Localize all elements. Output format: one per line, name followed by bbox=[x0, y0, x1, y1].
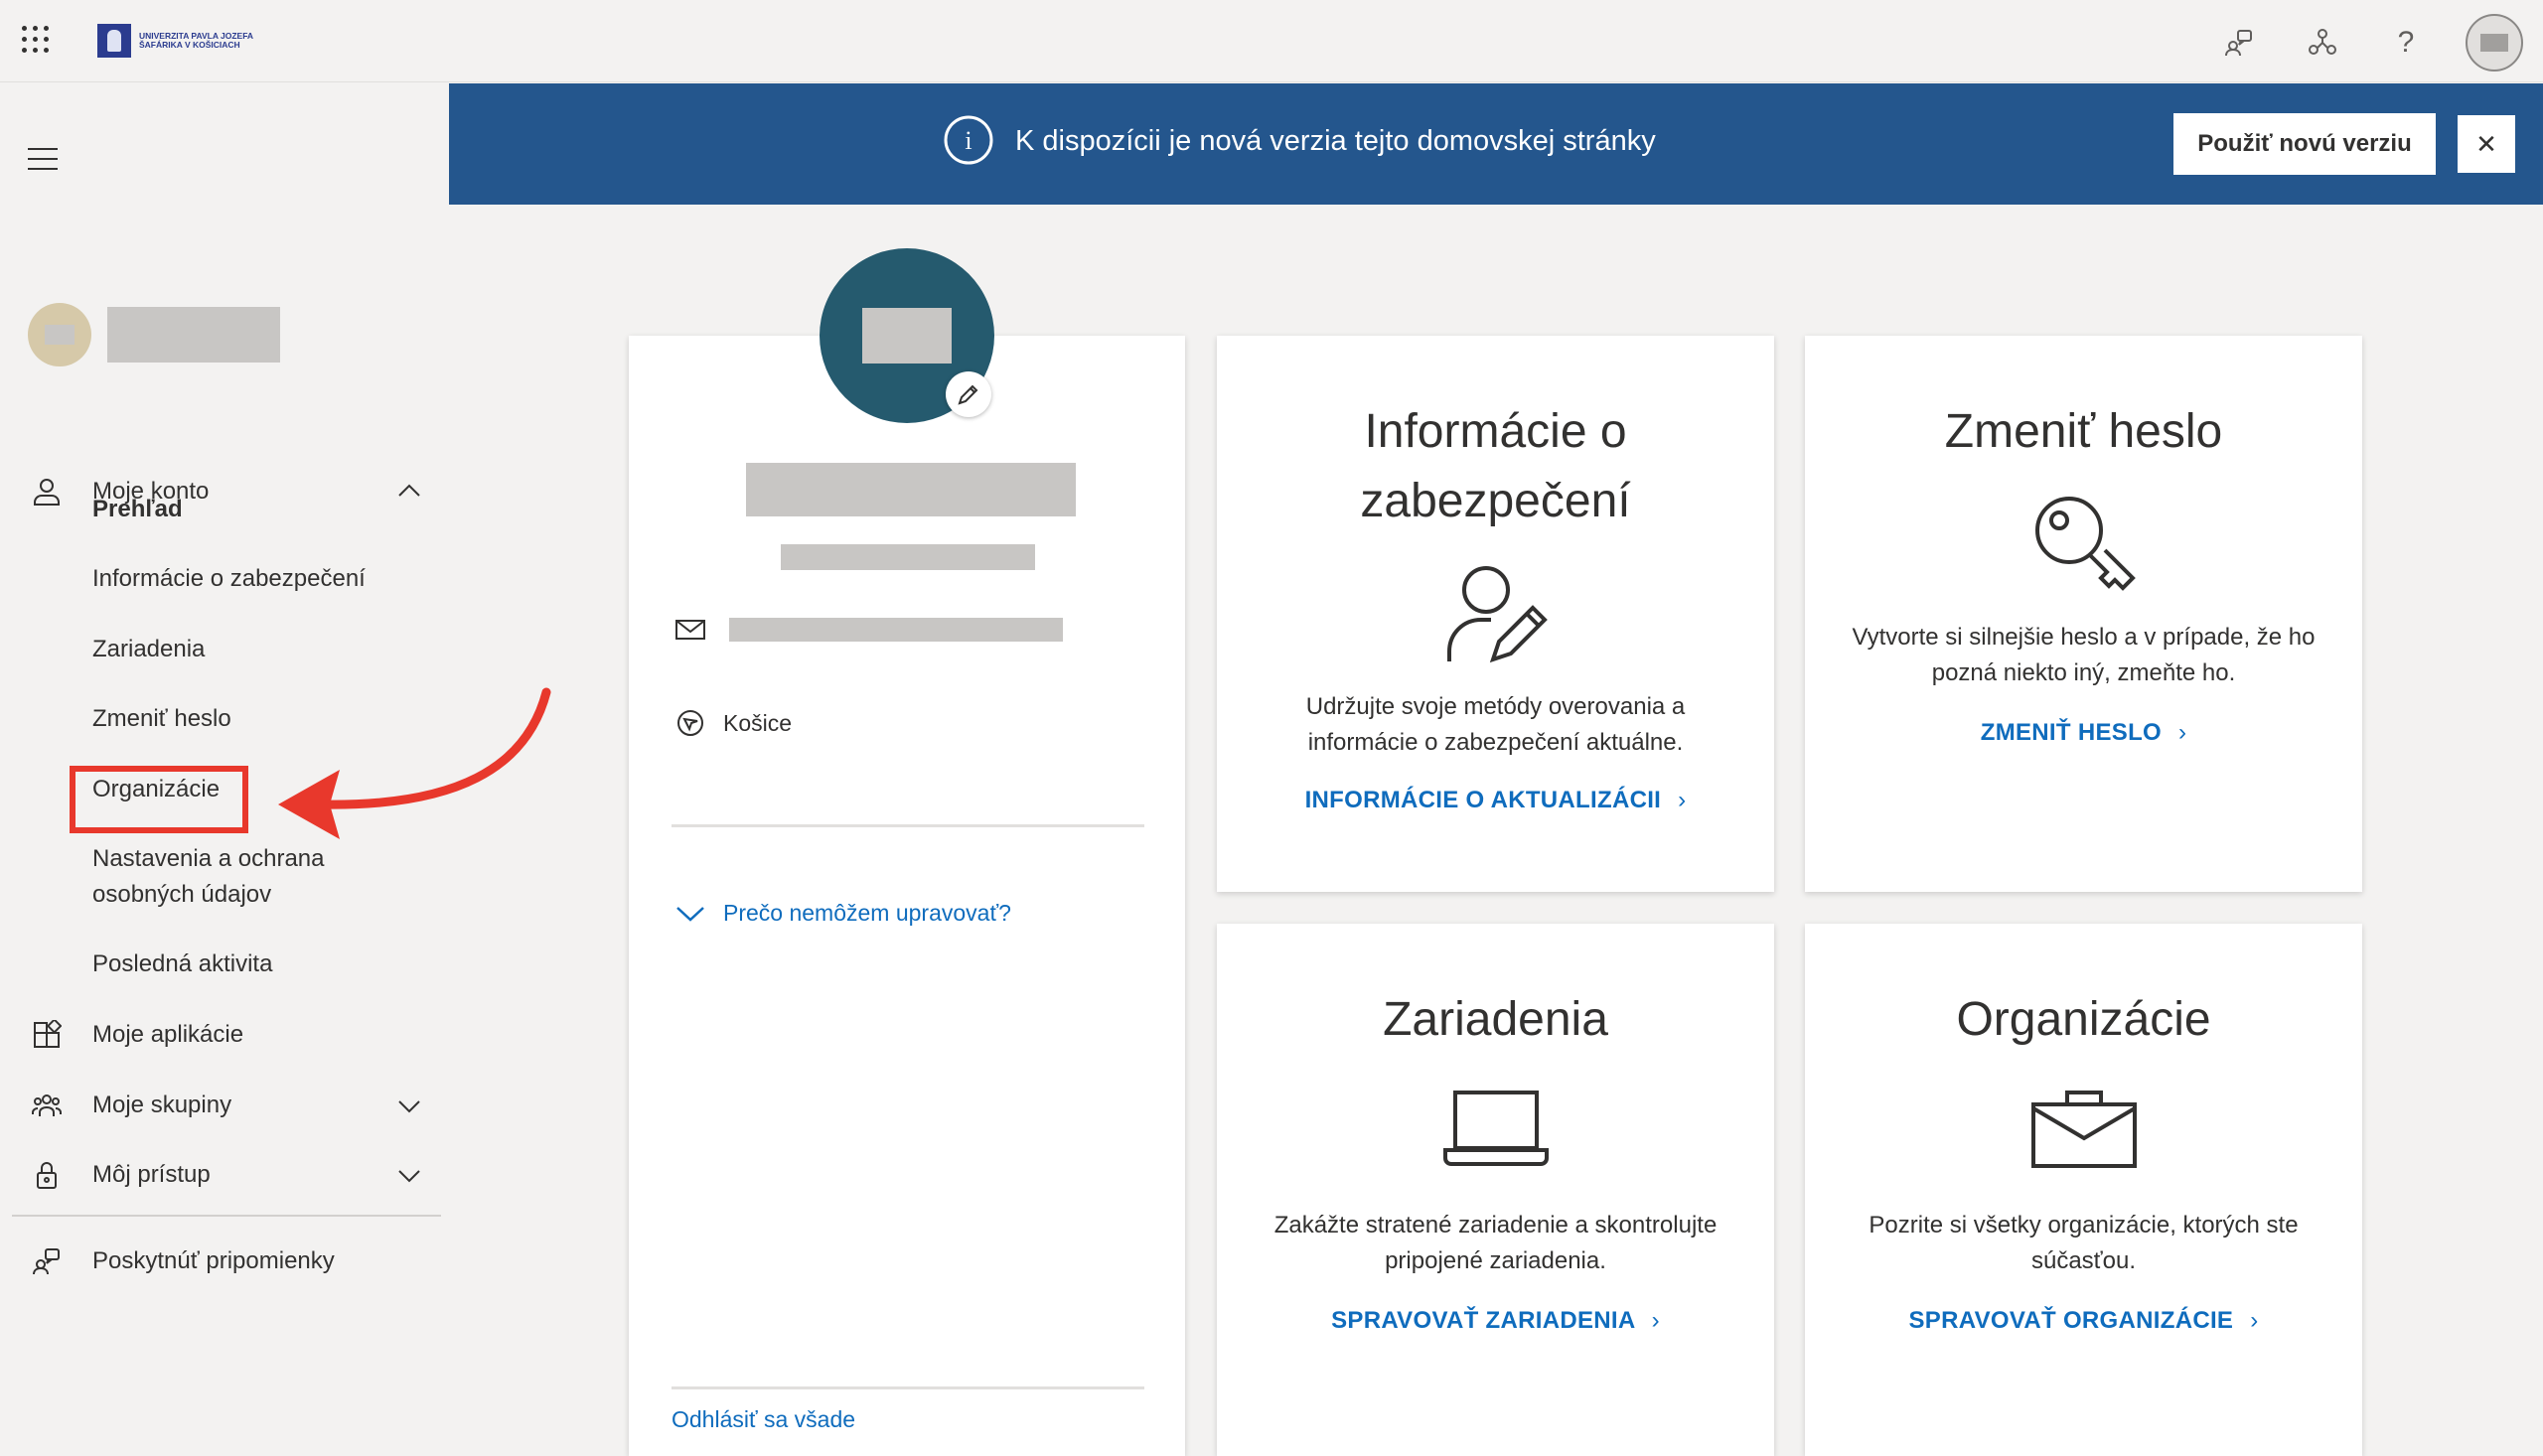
card-title: Zariadenia bbox=[1383, 993, 1608, 1046]
nav-label: Moje skupiny bbox=[92, 1092, 232, 1118]
hamburger-menu-icon[interactable] bbox=[28, 148, 58, 172]
groups-icon bbox=[32, 1094, 62, 1116]
security-info-card[interactable]: Informácie o zabezpečení Udržujte svoje … bbox=[1217, 336, 1774, 892]
location-icon bbox=[677, 710, 703, 736]
card-link-label: ZMENIŤ HESLO bbox=[1980, 719, 2162, 746]
profile-email-redacted bbox=[729, 618, 1063, 642]
card-link-label: INFORMÁCIE O AKTUALIZÁCII bbox=[1304, 787, 1662, 813]
manage-devices-link[interactable]: SPRAVOVAŤ ZARIADENIA › bbox=[1217, 1307, 1774, 1335]
organizations-card[interactable]: Organizácie Pozrite si všetky organizáci… bbox=[1805, 924, 2362, 1456]
chevron-down-icon bbox=[398, 1170, 420, 1183]
close-banner-button[interactable]: ✕ bbox=[2458, 115, 2515, 173]
nav-moj-pristup[interactable]: Môj prístup bbox=[0, 1145, 442, 1205]
chevron-right-icon: › bbox=[1651, 1307, 1660, 1334]
logo-mark bbox=[97, 24, 131, 58]
manage-organizations-link[interactable]: SPRAVOVAŤ ORGANIZÁCIE › bbox=[1805, 1307, 2362, 1335]
lock-icon bbox=[37, 1162, 57, 1189]
person-icon bbox=[34, 479, 60, 506]
chevron-right-icon: › bbox=[2177, 719, 2187, 746]
pencil-icon bbox=[958, 384, 978, 405]
profile-location: Košice bbox=[723, 709, 793, 736]
sidebar-item-devices[interactable]: Zariadenia bbox=[92, 632, 205, 667]
chevron-right-icon: › bbox=[2250, 1307, 2259, 1334]
nav-feedback[interactable]: Poskytnúť pripomienky bbox=[0, 1232, 442, 1291]
user-avatar bbox=[28, 303, 91, 366]
banner-text: K dispozícii je nová verzia tejto domovs… bbox=[1015, 125, 1656, 157]
chevron-up-icon bbox=[398, 484, 420, 497]
info-icon: i bbox=[944, 115, 993, 165]
sidebar-item-prehlad[interactable]: Prehľad bbox=[92, 492, 183, 527]
chevron-down-icon bbox=[398, 1100, 420, 1113]
card-title: Informácie o zabezpečení bbox=[1360, 405, 1631, 527]
briefcase-icon bbox=[2030, 1091, 2137, 1168]
nav-label: Môj prístup bbox=[92, 1161, 211, 1188]
card-description: Vytvorte si silnejšie heslo a v prípade,… bbox=[1852, 624, 2316, 686]
help-glyph: ? bbox=[2397, 26, 2415, 59]
user-name-redacted bbox=[107, 307, 280, 363]
chevron-right-icon: › bbox=[1678, 787, 1687, 813]
edit-photo-button[interactable] bbox=[946, 371, 991, 417]
highlight-box bbox=[70, 766, 248, 833]
card-description: Udržujte svoje metódy overovania a infor… bbox=[1305, 693, 1686, 756]
nav-moje-skupiny[interactable]: Moje skupiny bbox=[0, 1076, 442, 1135]
nav-moje-aplikacie[interactable]: Moje aplikácie bbox=[0, 1005, 442, 1065]
card-link-label: SPRAVOVAŤ ORGANIZÁCIE bbox=[1908, 1307, 2234, 1334]
change-password-link[interactable]: ZMENIŤ HESLO › bbox=[1805, 719, 2362, 747]
devices-card[interactable]: Zariadenia Zakážte stratené zariadenie a… bbox=[1217, 924, 1774, 1456]
annotation-arrow-icon bbox=[278, 687, 551, 839]
why-cant-edit-link[interactable]: Prečo nemôžem upravovať? bbox=[723, 900, 1011, 927]
account-avatar[interactable] bbox=[2466, 14, 2523, 72]
use-new-version-button[interactable]: Použiť novú verziu bbox=[2173, 113, 2436, 175]
feedback-icon[interactable] bbox=[2213, 17, 2265, 69]
laptop-icon bbox=[1442, 1091, 1549, 1166]
logo-text: Univerzita Pavla Jozefa Šafárika v Košic… bbox=[139, 31, 253, 50]
person-edit-icon bbox=[1446, 566, 1548, 663]
profile-location-row: Košice bbox=[675, 708, 792, 738]
sign-out-everywhere-row: Odhlásiť sa všade bbox=[672, 1406, 855, 1433]
profile-subtitle-redacted bbox=[781, 544, 1035, 570]
feedback-icon bbox=[33, 1248, 60, 1275]
key-icon bbox=[2034, 497, 2136, 591]
change-password-card[interactable]: Zmeniť heslo Vytvorte si silnejšie heslo… bbox=[1805, 336, 2362, 892]
org-icon[interactable] bbox=[2297, 17, 2348, 69]
waffle-icon[interactable] bbox=[20, 24, 52, 56]
profile-divider bbox=[672, 824, 1144, 827]
card-description: Pozrite si všetky organizácie, ktorých s… bbox=[1869, 1212, 2299, 1274]
card-link-label: SPRAVOVAŤ ZARIADENIA bbox=[1331, 1307, 1635, 1334]
nav-label: Moje aplikácie bbox=[92, 1021, 244, 1048]
user-summary bbox=[28, 303, 280, 366]
help-icon[interactable]: ? bbox=[2380, 17, 2432, 69]
card-title: Zmeniť heslo bbox=[1944, 405, 2223, 458]
top-bar: Univerzita Pavla Jozefa Šafárika v Košic… bbox=[0, 0, 2543, 82]
sign-out-everywhere-link[interactable]: Odhlásiť sa všade bbox=[672, 1406, 855, 1433]
new-version-banner: i K dispozícii je nová verzia tejto domo… bbox=[449, 83, 2543, 205]
apps-icon bbox=[34, 1020, 62, 1048]
close-icon: ✕ bbox=[2475, 128, 2497, 159]
sidebar-item-privacy[interactable]: Nastavenia a ochrana osobných údajov bbox=[92, 841, 390, 913]
mail-icon bbox=[675, 620, 705, 640]
university-logo[interactable]: Univerzita Pavla Jozefa Šafárika v Košic… bbox=[97, 22, 258, 60]
info-glyph: i bbox=[965, 126, 972, 155]
profile-name-redacted bbox=[746, 463, 1076, 516]
profile-bottom-divider bbox=[672, 1386, 1144, 1389]
sidebar: Moje konto Prehľad Informácie o zabezpeč… bbox=[0, 82, 551, 1456]
chevron-down-icon bbox=[676, 906, 704, 922]
sidebar-item-recent-activity[interactable]: Posledná aktivita bbox=[92, 946, 272, 982]
nav-label: Poskytnúť pripomienky bbox=[92, 1247, 335, 1274]
sidebar-item-change-password[interactable]: Zmeniť heslo bbox=[92, 701, 231, 737]
profile-email-row bbox=[675, 618, 1063, 642]
sidebar-divider bbox=[12, 1215, 441, 1217]
why-cant-edit-row[interactable]: Prečo nemôžem upravovať? bbox=[675, 900, 1011, 927]
card-description: Zakážte stratené zariadenie a skontroluj… bbox=[1273, 1212, 1718, 1274]
nav-moje-konto[interactable]: Moje konto bbox=[0, 462, 442, 521]
update-info-link[interactable]: INFORMÁCIE O AKTUALIZÁCII › bbox=[1217, 787, 1774, 814]
sidebar-item-security-info[interactable]: Informácie o zabezpečení bbox=[92, 561, 366, 597]
card-title: Organizácie bbox=[1956, 993, 2211, 1046]
